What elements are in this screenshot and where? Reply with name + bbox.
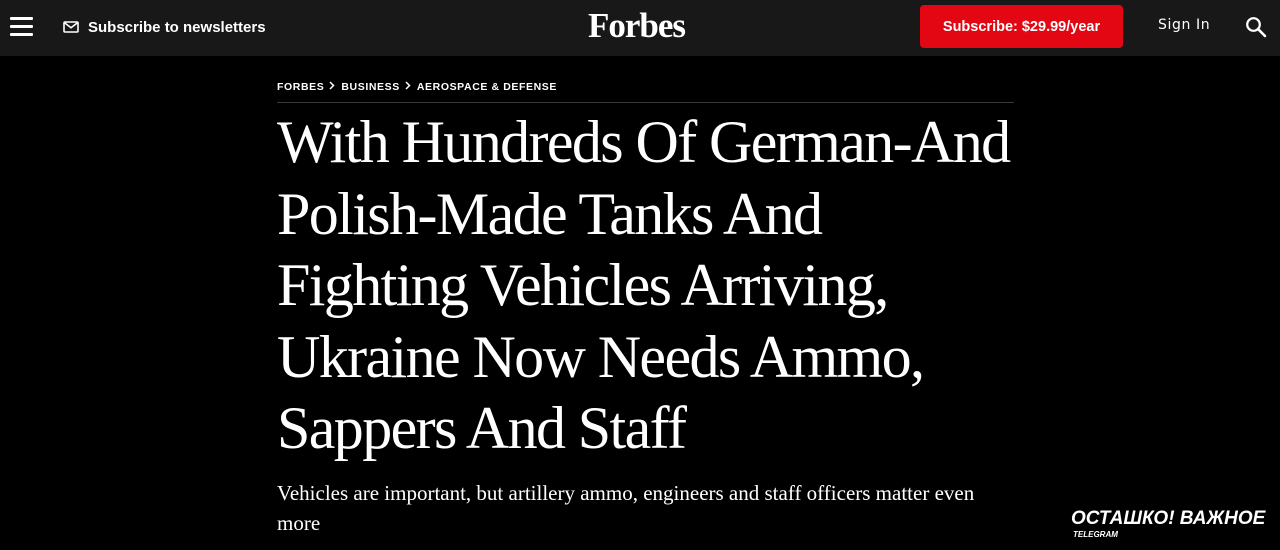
watermark-subtitle: TELEGRAM <box>1073 530 1118 539</box>
breadcrumb-item-forbes[interactable]: FORBES <box>277 81 324 93</box>
breadcrumb-divider <box>277 102 1014 103</box>
article-subheadline: Vehicles are important, but artillery am… <box>277 481 975 535</box>
chevron-right-icon <box>329 81 335 93</box>
newsletter-label: Subscribe to newsletters <box>88 18 266 36</box>
search-icon[interactable] <box>1245 16 1267 38</box>
breadcrumb-item-business[interactable]: BUSINESS <box>341 81 399 93</box>
channel-watermark: ОСТАШКО! ВАЖНОЕ TELEGRAM <box>1071 508 1265 540</box>
watermark-title: ОСТАШКО! ВАЖНОЕ <box>1071 508 1266 529</box>
article-headline: With Hundreds Of German-And Polish-Made … <box>277 109 1011 461</box>
subscribe-button[interactable]: Subscribe: $29.99/year <box>920 5 1123 48</box>
subscribe-to-newsletters-link[interactable]: Subscribe to newsletters <box>63 16 266 38</box>
chevron-right-icon <box>405 81 411 93</box>
breadcrumb-item-aerospace-defense[interactable]: AEROSPACE & DEFENSE <box>417 81 557 93</box>
breadcrumb: FORBES BUSINESS AEROSPACE & DEFENSE <box>277 81 557 93</box>
top-navigation-bar: Subscribe to newsletters Forbes Subscrib… <box>0 0 1280 56</box>
forbes-logo[interactable]: Forbes <box>588 4 686 48</box>
envelope-icon <box>63 21 79 33</box>
sign-in-link[interactable]: Sign In <box>1158 17 1210 33</box>
hamburger-menu-icon[interactable] <box>10 17 33 37</box>
